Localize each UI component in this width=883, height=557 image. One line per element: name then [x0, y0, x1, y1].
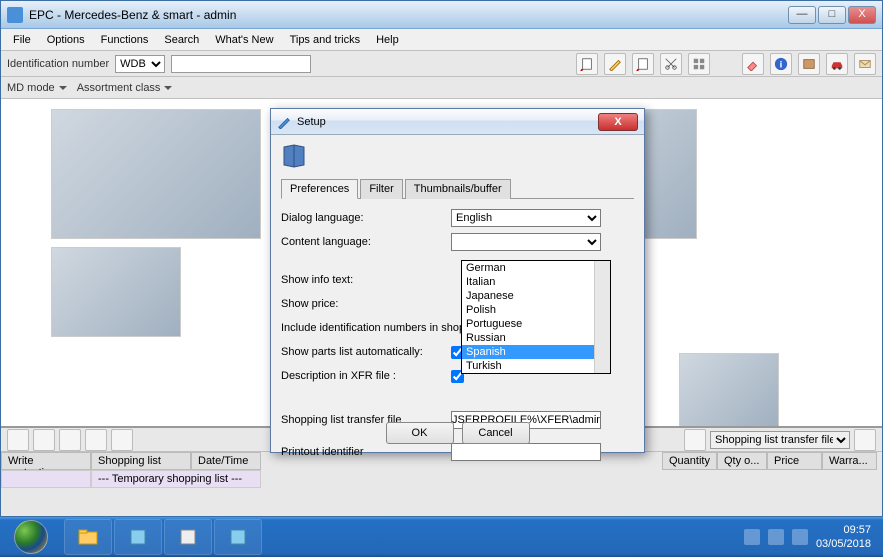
clock-date: 03/05/2018	[816, 537, 871, 551]
dialog-tabs: Preferences Filter Thumbnails/buffer	[281, 178, 634, 199]
taskbar-explorer-icon[interactable]	[64, 519, 112, 555]
lang-option-italian[interactable]: Italian	[462, 275, 610, 289]
col-write-protection[interactable]: Write protection	[1, 452, 91, 470]
tray-volume-icon[interactable]	[792, 529, 808, 545]
col-price[interactable]: Price	[767, 452, 822, 470]
lang-option-spanish[interactable]: Spanish	[462, 345, 610, 359]
dialog-buttons: OK Cancel	[271, 422, 644, 444]
col-qty-o[interactable]: Qty o...	[717, 452, 767, 470]
setup-dialog: Setup X Preferences Filter Thumbnails/bu…	[270, 108, 645, 453]
show-parts-label: Show parts list automatically:	[281, 346, 451, 358]
shop-delete-icon[interactable]	[111, 429, 133, 451]
toolbar-grid-icon[interactable]	[688, 53, 710, 75]
content-language-label: Content language:	[281, 236, 451, 248]
app-icon	[7, 7, 23, 23]
dialog-language-label: Dialog language:	[281, 212, 451, 224]
md-mode-dropdown[interactable]: MD mode	[7, 82, 67, 94]
col-warranty[interactable]: Warra...	[822, 452, 877, 470]
tray-network-icon[interactable]	[768, 529, 784, 545]
toolbar-mail-icon[interactable]	[854, 53, 876, 75]
content-language-listbox[interactable]: German Italian Japanese Polish Portugues…	[461, 260, 611, 374]
taskbar-app3-icon[interactable]	[214, 519, 262, 555]
toolbar-car-icon[interactable]	[826, 53, 848, 75]
tab-thumbnails[interactable]: Thumbnails/buffer	[405, 179, 511, 199]
titlebar: EPC - Mercedes-Benz & smart - admin — □ …	[1, 1, 882, 29]
id-prefix-select[interactable]: WDB	[115, 55, 165, 73]
shop-new-icon[interactable]	[7, 429, 29, 451]
dialog-close-button[interactable]: X	[598, 113, 638, 131]
tab-filter[interactable]: Filter	[360, 179, 402, 199]
toolbar-book-icon[interactable]	[798, 53, 820, 75]
lang-option-japanese[interactable]: Japanese	[462, 289, 610, 303]
taskbar: 09:57 03/05/2018	[0, 517, 883, 557]
menu-functions[interactable]: Functions	[93, 32, 157, 48]
pencil-icon	[277, 115, 291, 129]
printout-label: Printout identifier	[281, 446, 451, 458]
menu-options[interactable]: Options	[39, 32, 93, 48]
start-button[interactable]	[4, 518, 58, 556]
system-tray: 09:57 03/05/2018	[744, 523, 879, 551]
lang-option-russian[interactable]: Russian	[462, 331, 610, 345]
listbox-scrollbar[interactable]	[594, 261, 610, 373]
shop-copy-icon[interactable]	[85, 429, 107, 451]
assortment-dropdown[interactable]: Assortment class	[77, 82, 173, 94]
col-quantity[interactable]: Quantity	[662, 452, 717, 470]
printout-input[interactable]	[451, 443, 601, 461]
transfer-file-select[interactable]: Shopping list transfer file	[710, 431, 850, 449]
svg-text:i: i	[780, 59, 783, 70]
desc-xfr-label: Description in XFR file :	[281, 370, 451, 382]
dialog-titlebar: Setup X	[271, 109, 644, 135]
show-info-label: Show info text:	[281, 274, 451, 286]
id-number-input[interactable]	[171, 55, 311, 73]
menu-tips[interactable]: Tips and tricks	[282, 32, 369, 48]
menu-search[interactable]: Search	[156, 32, 207, 48]
toolbar-edit-icon[interactable]	[604, 53, 626, 75]
clock-time: 09:57	[816, 523, 871, 537]
menu-file[interactable]: File	[5, 32, 39, 48]
col-datetime[interactable]: Date/Time	[191, 452, 261, 470]
main-toolbar: Identification number WDB i	[1, 51, 882, 77]
tab-preferences[interactable]: Preferences	[281, 179, 358, 199]
shop-transfer-icon[interactable]	[684, 429, 706, 451]
toolbar-info-icon[interactable]: i	[770, 53, 792, 75]
menu-whatsnew[interactable]: What's New	[207, 32, 281, 48]
menubar: File Options Functions Search What's New…	[1, 29, 882, 51]
ok-button[interactable]: OK	[386, 422, 454, 444]
show-price-label: Show price:	[281, 298, 451, 310]
toolbar-scissors-icon[interactable]	[660, 53, 682, 75]
windows-orb-icon	[14, 520, 48, 554]
cancel-button[interactable]: Cancel	[462, 422, 530, 444]
maximize-button[interactable]: □	[818, 6, 846, 24]
toolbar-document2-icon[interactable]	[632, 53, 654, 75]
vehicle-thumb-1[interactable]	[51, 109, 261, 239]
toolbar-document-icon[interactable]	[576, 53, 598, 75]
vehicle-thumb-3[interactable]	[51, 247, 181, 337]
content-language-select[interactable]	[451, 233, 601, 251]
temp-list-label: --- Temporary shopping list ---	[91, 470, 261, 488]
taskbar-app1-icon[interactable]	[114, 519, 162, 555]
vehicle-thumb-4[interactable]	[679, 353, 779, 426]
close-button[interactable]: X	[848, 6, 876, 24]
shop-go-icon[interactable]	[854, 429, 876, 451]
dialog-language-select[interactable]: English	[451, 209, 601, 227]
taskbar-clock[interactable]: 09:57 03/05/2018	[816, 523, 871, 551]
window-title: EPC - Mercedes-Benz & smart - admin	[29, 8, 788, 22]
lang-option-german[interactable]: German	[462, 261, 610, 275]
book-icon	[281, 143, 307, 169]
minimize-button[interactable]: —	[788, 6, 816, 24]
toolbar-eraser-icon[interactable]	[742, 53, 764, 75]
secondary-toolbar: MD mode Assortment class	[1, 77, 882, 99]
id-number-label: Identification number	[7, 58, 109, 70]
lang-option-portuguese[interactable]: Portuguese	[462, 317, 610, 331]
tray-flag-icon[interactable]	[744, 529, 760, 545]
lang-option-turkish[interactable]: Turkish	[462, 359, 610, 373]
col-shopping-list[interactable]: Shopping list	[91, 452, 191, 470]
dialog-title: Setup	[297, 116, 598, 128]
lang-option-polish[interactable]: Polish	[462, 303, 610, 317]
shop-open-icon[interactable]	[33, 429, 55, 451]
menu-help[interactable]: Help	[368, 32, 407, 48]
taskbar-app2-icon[interactable]	[164, 519, 212, 555]
shop-save-icon[interactable]	[59, 429, 81, 451]
table-row[interactable]: --- Temporary shopping list ---	[1, 470, 261, 488]
